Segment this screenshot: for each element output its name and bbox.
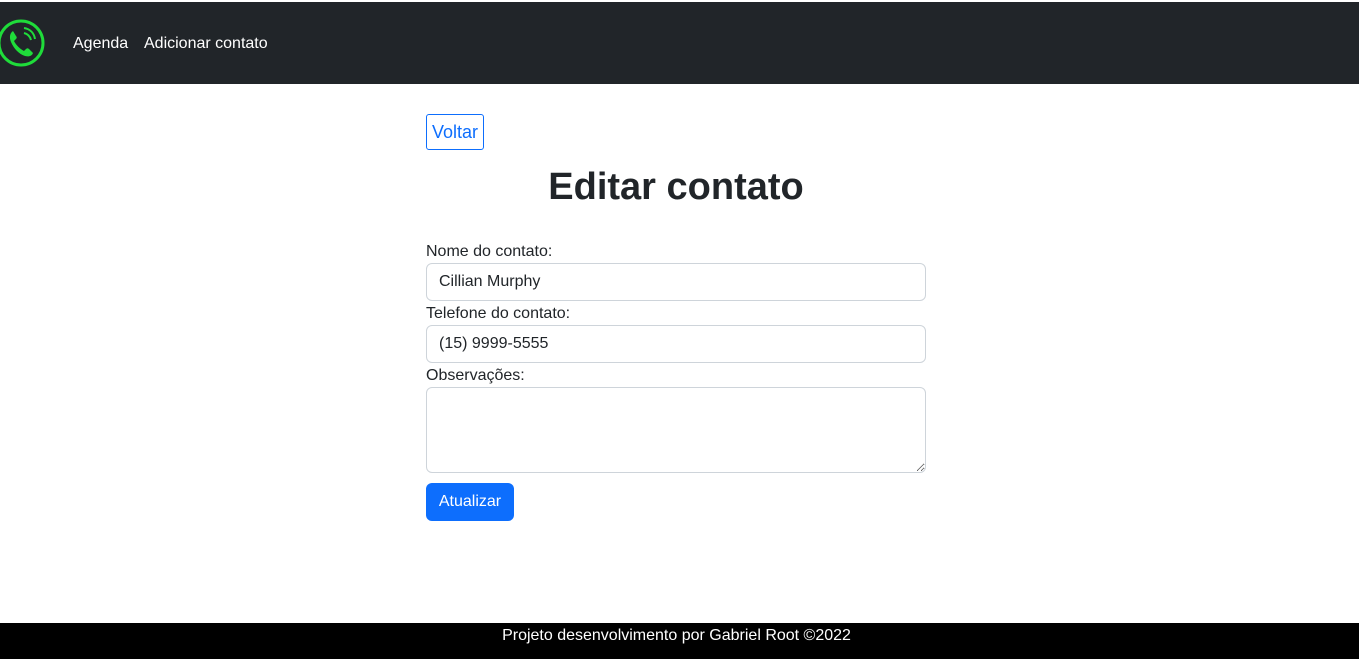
- footer: Projeto desenvolvimento por Gabriel Root…: [0, 623, 1359, 659]
- page-title: Editar contato: [548, 166, 804, 208]
- phone-circle-icon[interactable]: [0, 18, 46, 68]
- nav-link-agenda[interactable]: Agenda: [73, 34, 128, 54]
- nav-link-adicionar-contato[interactable]: Adicionar contato: [144, 34, 268, 54]
- back-button[interactable]: Voltar: [426, 114, 484, 150]
- telefone-input[interactable]: [426, 325, 926, 363]
- nome-input[interactable]: [426, 263, 926, 301]
- telefone-label: Telefone do contato:: [426, 305, 571, 322]
- observacoes-label: Observações:: [426, 367, 525, 384]
- atualizar-button[interactable]: Atualizar: [426, 483, 514, 521]
- nome-label: Nome do contato:: [426, 243, 553, 260]
- footer-text: Projeto desenvolvimento por Gabriel Root…: [502, 627, 851, 644]
- observacoes-textarea[interactable]: [426, 387, 926, 473]
- navbar: Agenda Adicionar contato: [0, 2, 1359, 84]
